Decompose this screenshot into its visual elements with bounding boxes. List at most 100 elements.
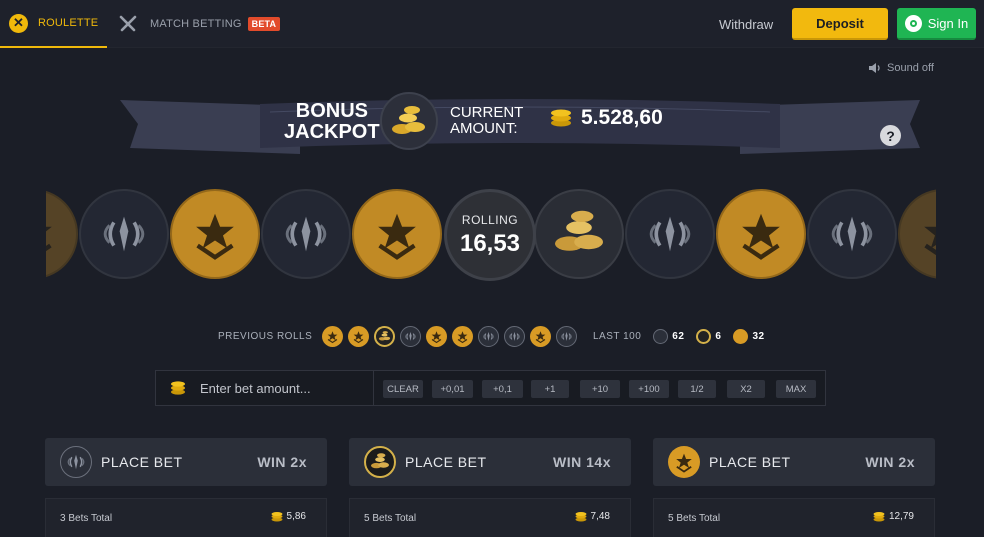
place-bet-label: PLACE BET [101, 454, 183, 470]
quick-bet-button[interactable]: CLEAR [383, 380, 423, 398]
bets-total-label: 5 Bets Total [364, 513, 417, 524]
rolling-value: 16,53 [459, 229, 521, 257]
previous-roll-t [530, 325, 552, 347]
bets-total-amount: 5,86 [286, 511, 306, 522]
current-line1: CURRENT [450, 104, 524, 121]
quick-bet-button[interactable]: +10 [580, 380, 620, 398]
coins-icon [575, 511, 587, 521]
quick-bet-button[interactable]: 1/2 [678, 380, 716, 398]
bet-amount-input[interactable] [200, 380, 370, 396]
bets-total-amount: 7,48 [590, 511, 610, 522]
coins-icon [873, 511, 885, 521]
place-bet-label: PLACE BET [709, 454, 791, 470]
previous-roll-bonus [374, 325, 396, 347]
ct-count: 62 [672, 330, 685, 342]
bets-total-amount: 12,79 [888, 511, 914, 522]
t-slot [898, 189, 936, 279]
place-bet-ct-button[interactable]: PLACE BET WIN 2x [45, 438, 327, 486]
ct-slot [625, 189, 715, 279]
crossed-swords-icon [119, 15, 137, 32]
ct-slot [261, 189, 351, 279]
quick-bet-button[interactable]: +0,01 [432, 380, 473, 398]
bonus-icon [696, 328, 712, 344]
bets-total-value: 12,79 [873, 511, 914, 522]
t-icon [733, 328, 749, 344]
bets-total-value: 7,48 [575, 511, 610, 522]
t-slot [352, 189, 442, 279]
previous-roll-ct [478, 325, 500, 347]
sign-in-label: Sign In [927, 15, 969, 31]
tab-match-betting[interactable]: MATCH BETTING BETA [118, 0, 281, 48]
t-slot [716, 189, 806, 279]
bets-total-row: 3 Bets Total 5,86 [45, 498, 327, 537]
bonus-slot [534, 189, 624, 279]
coins-icon [171, 381, 185, 395]
last-100-stats: LAST 100 62 6 32 [593, 326, 765, 346]
steam-icon [904, 14, 922, 32]
win-multiplier: WIN 14x [553, 454, 611, 470]
previous-roll-ct [504, 325, 526, 347]
t-slot [46, 189, 78, 279]
win-multiplier: WIN 2x [865, 454, 915, 470]
ct-slot [79, 189, 169, 279]
tab-match-label: MATCH BETTING [150, 18, 242, 30]
previous-rolls: PREVIOUS ROLLS [218, 325, 582, 347]
sound-label: Sound off [887, 62, 934, 74]
previous-roll-t [322, 325, 344, 347]
coin-pile-icon [380, 92, 438, 150]
sign-in-button[interactable]: Sign In [897, 8, 976, 40]
current-amount-label: CURRENT AMOUNT: [450, 105, 523, 137]
coins-icon [271, 511, 283, 521]
tab-roulette-label: ROULETTE [38, 17, 99, 29]
bet-input-wrap [156, 371, 374, 405]
t-icon [668, 446, 700, 478]
t-count: 32 [752, 330, 765, 342]
ct-icon [653, 328, 669, 344]
current-line2: AMOUNT: [450, 120, 518, 137]
place-bet-label: PLACE BET [405, 454, 487, 470]
jackpot-amount-value: 5.528,60 [581, 106, 663, 129]
bonus-icon [364, 446, 396, 478]
top-nav: ✕ ROULETTE MATCH BETTING BETA Withdraw D… [0, 0, 984, 48]
bets-total-value: 5,86 [271, 511, 306, 522]
bonus-jackpot-title: BONUS JACKPOT [284, 100, 380, 143]
speaker-icon [869, 63, 880, 73]
rolling-label: ROLLING [461, 212, 519, 227]
sound-toggle[interactable]: Sound off [868, 62, 934, 74]
jackpot-amount: 5.528,60 [550, 106, 663, 130]
previous-roll-t [348, 325, 370, 347]
previous-roll-ct [556, 325, 578, 347]
ct-icon [60, 446, 92, 478]
bets-total-label: 5 Bets Total [668, 513, 721, 524]
quick-bet-button[interactable]: +0,1 [482, 380, 523, 398]
t-slot [170, 189, 260, 279]
roulette-icon: ✕ [9, 13, 28, 33]
withdraw-link[interactable]: Withdraw [719, 17, 773, 32]
quick-bet-button[interactable]: MAX [776, 380, 816, 398]
bonus-count: 6 [715, 330, 722, 342]
quick-bet-button[interactable]: +1 [531, 380, 569, 398]
bet-bar: CLEAR +0,01 +0,1 +1 +10 +100 1/2 X2 MAX [155, 370, 826, 406]
place-bet-t-button[interactable]: PLACE BET WIN 2x [653, 438, 935, 486]
previous-roll-ct [400, 325, 422, 347]
previous-roll-t [452, 325, 474, 347]
win-multiplier: WIN 2x [257, 454, 307, 470]
help-icon[interactable]: ? [880, 125, 901, 146]
bonus-title-line2: JACKPOT [284, 121, 380, 143]
bets-total-label: 3 Bets Total [60, 513, 113, 524]
place-bet-bonus-button[interactable]: PLACE BET WIN 14x [349, 438, 631, 486]
last100-label: LAST 100 [593, 330, 642, 342]
quick-bet-button[interactable]: X2 [727, 380, 765, 398]
rolling-indicator: ROLLING 16,53 [444, 189, 536, 281]
bets-total-row: 5 Bets Total 12,79 [653, 498, 935, 537]
deposit-button[interactable]: Deposit [792, 8, 888, 40]
coins-icon [551, 109, 571, 127]
bonus-title-line1: BONUS [295, 100, 368, 122]
previous-roll-t [426, 325, 448, 347]
previous-rolls-label: PREVIOUS ROLLS [218, 330, 313, 342]
bets-total-row: 5 Bets Total 7,48 [349, 498, 631, 537]
ct-slot [807, 189, 897, 279]
quick-bet-button[interactable]: +100 [629, 380, 669, 398]
tab-roulette[interactable]: ✕ ROULETTE [0, 0, 107, 48]
beta-badge: BETA [247, 17, 281, 31]
